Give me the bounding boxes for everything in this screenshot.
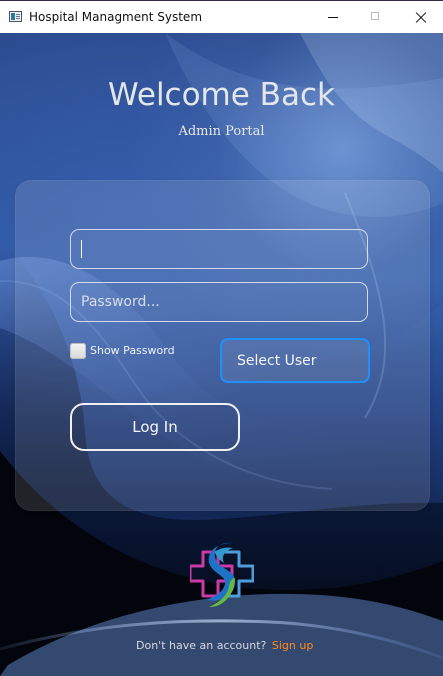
username-input[interactable] xyxy=(70,229,368,269)
text-caret xyxy=(81,240,82,258)
maximize-icon[interactable] xyxy=(352,1,397,34)
hospital-logo xyxy=(188,541,255,611)
close-icon[interactable] xyxy=(398,1,443,34)
password-placeholder: Password... xyxy=(81,294,160,310)
login-window: Hospital Managment System Welcome Back A… xyxy=(0,0,443,676)
password-input[interactable]: Password... xyxy=(70,282,368,322)
window-title: Hospital Managment System xyxy=(29,10,203,24)
title-bar[interactable]: Hospital Managment System xyxy=(0,0,443,33)
signup-prompt: Don't have an account? xyxy=(136,639,267,652)
show-password-label: Show Password xyxy=(90,344,175,357)
select-user-dropdown[interactable]: Select User xyxy=(220,338,370,383)
signup-link[interactable]: Sign up xyxy=(272,639,313,652)
show-password-option[interactable]: Show Password xyxy=(70,343,195,361)
minimize-icon[interactable] xyxy=(306,1,351,34)
portal-subtitle: Admin Portal xyxy=(178,124,265,139)
login-button-label: Log In xyxy=(132,418,178,436)
login-background: Welcome Back Admin Portal Password... Sh… xyxy=(0,33,443,676)
medical-cross-logo-icon xyxy=(188,542,255,608)
show-password-checkbox[interactable] xyxy=(70,343,86,359)
select-user-label: Select User xyxy=(237,353,317,369)
login-card: Password... Show Password Select User Lo… xyxy=(15,180,430,511)
signup-prompt-row: Don't have an account? Sign up xyxy=(136,639,313,652)
login-button[interactable]: Log In xyxy=(70,403,240,451)
welcome-heading: Welcome Back xyxy=(108,77,335,113)
app-window-icon xyxy=(9,11,22,22)
